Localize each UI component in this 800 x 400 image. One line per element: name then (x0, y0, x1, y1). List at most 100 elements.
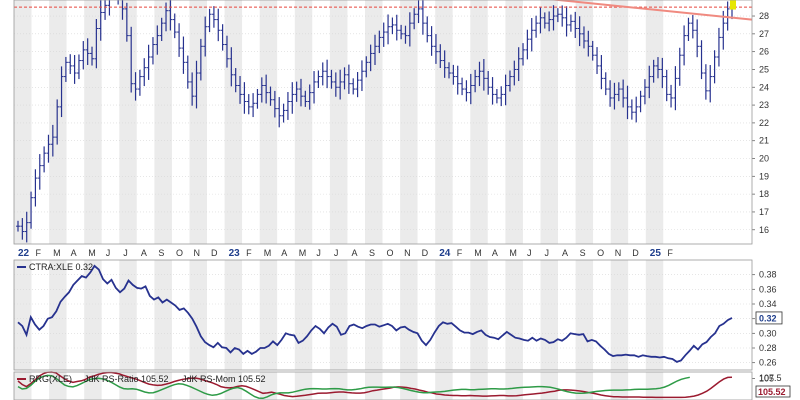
price-tick-label: 27 (759, 29, 769, 39)
month-band (294, 0, 313, 244)
month-band (49, 260, 67, 370)
month-label: F (457, 248, 463, 258)
month-band (487, 0, 506, 244)
month-band (645, 260, 664, 370)
month-band (329, 260, 348, 370)
ratio-legend: CTRA:XLE 0.32 (29, 262, 93, 272)
chart-stage: 16 17 18 19 20 21 22 23 24 25 26 27 28 22 F M A M J J A S O N D… (0, 0, 800, 400)
month-band (505, 260, 523, 370)
month-label: A (71, 248, 77, 258)
month-band (558, 372, 576, 400)
month-band (259, 0, 278, 244)
month-band (347, 260, 365, 370)
month-band (540, 0, 559, 244)
year-label: 24 (439, 248, 451, 259)
rrg-legend-mom: JdK RS-Mom 105.52 (182, 374, 266, 384)
month-band (207, 0, 225, 244)
month-band (347, 372, 365, 400)
month-label: J (106, 248, 111, 258)
ratio-tick-label: 0.28 (759, 343, 777, 353)
month-label: M (88, 248, 96, 258)
month-band (487, 260, 506, 370)
month-band (312, 372, 330, 400)
month-label: S (158, 248, 164, 258)
month-band (663, 260, 681, 370)
price-tick-label: 19 (759, 171, 769, 181)
ratio-last-value: 0.32 (759, 313, 777, 323)
price-tick-label: 21 (759, 136, 769, 146)
year-label: 22 (18, 248, 30, 259)
month-band (365, 260, 383, 370)
month-band (382, 0, 401, 244)
month-band (610, 0, 629, 244)
month-band (329, 372, 348, 400)
month-band (242, 0, 260, 244)
month-band (470, 260, 488, 370)
price-tick-label: 17 (759, 207, 769, 217)
month-band (31, 260, 50, 370)
price-tick-label: 28 (759, 11, 769, 21)
price-bar (716, 27, 721, 67)
month-band (610, 372, 629, 400)
month-label: J (527, 248, 532, 258)
month-label: N (194, 248, 201, 258)
month-label: A (141, 248, 147, 258)
month-band (189, 260, 208, 370)
month-band (154, 260, 172, 370)
month-band (31, 0, 50, 244)
month-band (435, 0, 453, 244)
price-tick-label: 25 (759, 64, 769, 74)
month-band (14, 0, 32, 244)
month-label: A (351, 248, 357, 258)
month-axis: 22 F M A M J J A S O N D 23 F M A M J J A S O N D 24 F M A M J J A S O N D 2… (0, 244, 800, 260)
month-band (540, 260, 559, 370)
ratio-tick-label: 0.30 (759, 328, 777, 338)
month-axis-bg (0, 244, 800, 260)
month-band (610, 260, 629, 370)
year-label: 25 (650, 248, 662, 259)
month-label: N (404, 248, 411, 258)
month-label: J (316, 248, 321, 258)
month-band (365, 372, 383, 400)
month-band (259, 260, 278, 370)
price-bar (686, 17, 691, 42)
month-band (277, 0, 295, 244)
month-band (645, 0, 664, 244)
month-label: O (387, 248, 394, 258)
month-band (628, 260, 646, 370)
month-band (382, 260, 401, 370)
month-band (575, 260, 594, 370)
month-band (435, 260, 453, 370)
month-band (558, 260, 576, 370)
month-band (400, 372, 418, 400)
month-label: M (53, 248, 61, 258)
month-band (207, 260, 225, 370)
month-band (119, 0, 137, 244)
month-band (312, 0, 330, 244)
rrg-legend-prefix: RRG(XLE) (29, 374, 72, 384)
month-band (505, 0, 523, 244)
month-band (277, 260, 295, 370)
ratio-tick-label: 0.38 (759, 270, 777, 280)
month-band (101, 0, 120, 244)
month-label: F (36, 248, 42, 258)
price-tick-label: 16 (759, 225, 769, 235)
month-label: J (123, 248, 128, 258)
month-band (558, 0, 576, 244)
month-band (400, 0, 418, 244)
month-label: D (632, 248, 639, 258)
month-band (663, 0, 681, 244)
month-label: A (492, 248, 498, 258)
price-tick-label: 20 (759, 154, 769, 164)
chart-canvas: 16171819202122232425262728 22 F M A M J J A S O N D… (0, 0, 800, 400)
price-y-axis: 16 17 18 19 20 21 22 23 24 25 26 27 28 (752, 11, 769, 235)
ratio-tick-label: 0.26 (759, 358, 777, 368)
price-tick-label: 18 (759, 189, 769, 199)
month-band (645, 372, 664, 400)
month-label: M (474, 248, 482, 258)
price-last-value-badge (730, 0, 736, 10)
month-label: O (597, 248, 604, 258)
month-label: S (580, 248, 586, 258)
month-label: D (211, 248, 218, 258)
price-bar (712, 50, 717, 84)
